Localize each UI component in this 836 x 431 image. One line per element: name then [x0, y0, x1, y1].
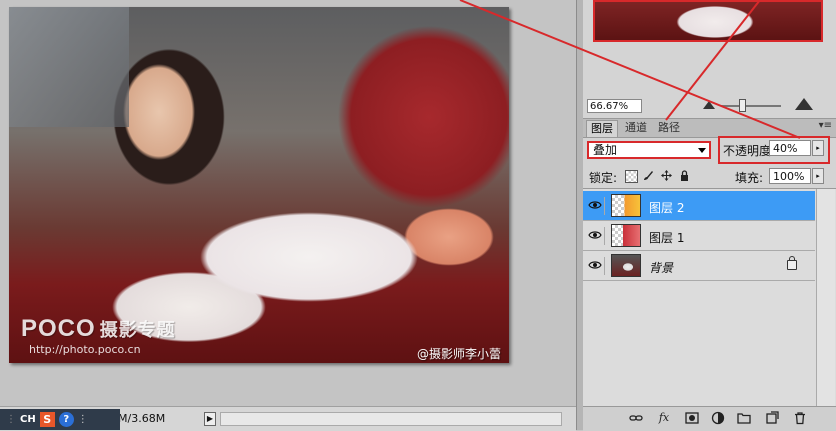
layer-thumbnail [611, 194, 641, 217]
blend-mode-value: 叠加 [593, 143, 618, 157]
watermark-url: http://photo.poco.cn [29, 343, 141, 356]
eye-icon[interactable] [586, 227, 605, 245]
adjustment-layer-icon[interactable] [711, 411, 725, 425]
fx-icon[interactable]: fx [657, 411, 671, 425]
eye-icon[interactable] [586, 257, 605, 275]
ime-toolbar: ⋮ CH S ? ⋮ [0, 409, 120, 430]
layer-name: 图层 1 [649, 231, 685, 245]
layer-name: 图层 2 [649, 201, 685, 215]
link-layers-icon[interactable] [629, 411, 643, 425]
status-menu-arrow-icon[interactable]: ▶ [204, 412, 216, 426]
lock-pixels-brush-icon[interactable] [643, 170, 654, 181]
document-workspace: POCO 摄影专题 http://photo.poco.cn @摄影师李小蕾 M/… [0, 0, 576, 431]
layer-row[interactable]: 图层 2 [583, 191, 815, 221]
navigator-controls: 66.67% [583, 96, 836, 118]
watermark-logo: POCO 摄影专题 [21, 315, 176, 342]
new-layer-icon[interactable] [765, 411, 779, 425]
fill-field[interactable]: 100% [769, 168, 811, 184]
fill-label: 填充: [735, 171, 764, 185]
tab-paths[interactable]: 路径 [654, 120, 684, 136]
image-canvas[interactable]: POCO 摄影专题 http://photo.poco.cn @摄影师李小蕾 [9, 7, 509, 363]
new-group-icon[interactable] [737, 411, 751, 425]
layer-row[interactable]: 图层 1 [583, 221, 815, 251]
zoom-in-icon[interactable] [795, 98, 813, 110]
zoom-slider[interactable] [721, 105, 781, 107]
layer-name: 背景 [649, 261, 674, 275]
tab-layers[interactable]: 图层 [586, 120, 618, 137]
ime-language[interactable]: CH [20, 414, 36, 425]
blend-mode-select[interactable]: 叠加 [587, 141, 711, 159]
opacity-stepper[interactable]: ▸ [812, 140, 824, 156]
lock-all-icon[interactable] [679, 170, 690, 181]
watermark-credit: @摄影师李小蕾 [416, 347, 501, 361]
layer-thumbnail [611, 224, 641, 247]
layer-row[interactable]: 背景 [583, 251, 815, 281]
zoom-field[interactable]: 66.67% [587, 99, 642, 113]
document-size: M/3.68M [118, 412, 166, 425]
chevron-down-icon [698, 148, 706, 153]
sogou-icon[interactable]: S [39, 412, 55, 427]
ime-more-icon[interactable]: ⋮ [78, 414, 88, 425]
opacity-field[interactable]: 40% [769, 140, 811, 156]
help-icon[interactable]: ? [58, 412, 74, 427]
navigator-thumbnail[interactable] [593, 0, 823, 42]
zoom-out-icon[interactable] [703, 101, 715, 109]
zoom-slider-thumb[interactable] [739, 99, 746, 112]
tab-channels[interactable]: 通道 [621, 120, 651, 136]
panel-tabs: 图层 通道 路径 ▾≡ [583, 118, 836, 138]
panel-menu-icon[interactable]: ▾≡ [819, 120, 832, 131]
right-panel: 66.67% 图层 通道 路径 ▾≡ 叠加 不透明度: 40% ▸ 锁定: 填充… [583, 0, 836, 431]
layers-bottom-bar: fx [583, 406, 836, 431]
lock-position-move-icon[interactable] [661, 170, 672, 181]
fill-stepper[interactable]: ▸ [812, 168, 824, 184]
layer-mask-icon[interactable] [685, 411, 699, 425]
horizontal-scrollbar[interactable] [220, 412, 562, 426]
ime-grip-icon[interactable]: ⋮ [6, 414, 16, 425]
lock-label: 锁定: [589, 171, 618, 185]
layer-lock-icon [787, 256, 797, 270]
opacity-label: 不透明度: [723, 144, 776, 158]
canvas-window-region [9, 7, 129, 127]
lock-transparency-icon[interactable] [625, 170, 638, 183]
eye-icon[interactable] [586, 197, 605, 215]
layers-scrollbar[interactable] [816, 189, 835, 407]
trash-icon[interactable] [793, 411, 807, 425]
layer-thumbnail [611, 254, 641, 277]
layers-list: 图层 2 图层 1 背景 [583, 188, 836, 407]
lock-row: 锁定: 填充: 100% ▸ [583, 166, 836, 186]
